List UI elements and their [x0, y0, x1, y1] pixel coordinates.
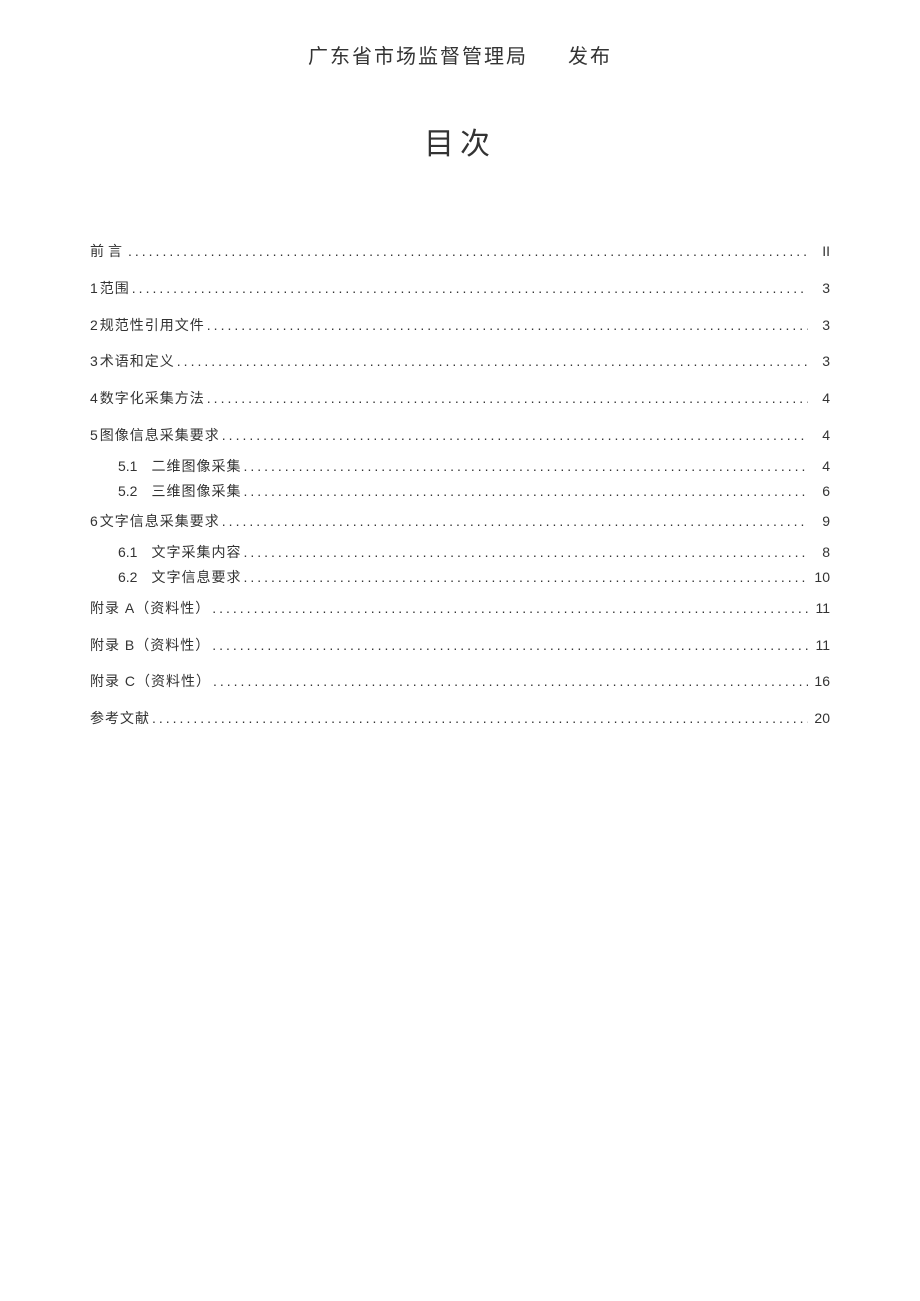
toc-entry-page: 3	[810, 280, 830, 297]
toc-entry: 2规范性引用文件 3	[90, 317, 830, 334]
toc-entry-page: 8	[810, 544, 830, 561]
toc-leader-dots	[222, 513, 808, 530]
toc-leader-dots	[213, 673, 808, 690]
toc-entry-label: 三维图像采集	[151, 483, 241, 500]
toc-entry-label: 3术语和定义	[90, 353, 175, 370]
toc-entry-page: 3	[810, 317, 830, 334]
toc-leader-dots	[207, 317, 808, 334]
toc-entry: 附录 C（资料性） 16	[90, 673, 830, 690]
toc-entry: 3术语和定义3	[90, 353, 830, 370]
toc-entry-label: 附录 B（资料性）	[90, 637, 210, 654]
toc-leader-dots	[177, 353, 808, 370]
toc-entry-page: 20	[810, 710, 830, 727]
toc-entry-number: 3	[90, 353, 98, 369]
toc-entry-label: 附录 A（资料性）	[90, 600, 210, 617]
toc-entry-label: 2规范性引用文件	[90, 317, 205, 334]
toc-entry: 附录 B（资料性） 11	[90, 637, 830, 654]
toc-leader-dots	[243, 483, 808, 500]
toc-leader-dots	[222, 427, 808, 444]
toc-entry-label: 附录 C（资料性）	[90, 673, 211, 690]
toc-entry: 5.2 三维图像采集 6	[90, 483, 830, 500]
toc-entry: 1范围 3	[90, 280, 830, 297]
toc-leader-dots	[128, 243, 808, 260]
toc-entry-label: 1范围	[90, 280, 130, 297]
toc-entry-page: 6	[810, 483, 830, 500]
toc-list: 前言II1范围32规范性引用文件33术语和定义34数字化采集方法45图像信息采集…	[90, 243, 830, 727]
publisher-org: 广东省市场监督管理局	[308, 46, 528, 68]
toc-entry-label: 二维图像采集	[151, 458, 241, 475]
toc-entry-label: 4数字化采集方法	[90, 390, 205, 407]
toc-entry-page: 9	[810, 513, 830, 530]
toc-entry-page: 4	[810, 427, 830, 444]
toc-entry-number: 4	[90, 390, 98, 406]
toc-leader-dots	[212, 600, 808, 617]
toc-leader-dots	[132, 280, 808, 297]
toc-entry-page: 16	[810, 673, 830, 690]
toc-entry-label: 参考文献	[90, 710, 150, 727]
toc-entry: 5.1 二维图像采集 4	[90, 458, 830, 475]
toc-entry-page: 11	[810, 637, 830, 654]
toc-entry-number: 6.1	[118, 544, 137, 561]
toc-entry-number: 5.2	[118, 483, 137, 500]
toc-entry: 附录 A（资料性） 11	[90, 600, 830, 617]
toc-leader-dots	[152, 710, 808, 727]
publisher-action: 发布	[568, 46, 612, 68]
toc-entry-page: 4	[810, 390, 830, 407]
toc-entry-number: 5	[90, 427, 98, 443]
toc-entry-label: 文字采集内容	[151, 544, 241, 561]
toc-entry-page: II	[810, 243, 830, 260]
toc-entry: 4数字化采集方法4	[90, 390, 830, 407]
toc-entry: 6.2 文字信息要求 10	[90, 569, 830, 586]
toc-entry-page: 3	[810, 353, 830, 370]
toc-entry-page: 4	[810, 458, 830, 475]
toc-entry-page: 11	[810, 600, 830, 617]
toc-leader-dots	[243, 544, 808, 561]
toc-entry: 6.1 文字采集内容 8	[90, 544, 830, 561]
toc-title: 目次	[90, 119, 830, 163]
publisher-line: 广东省市场监督管理局 发布	[90, 40, 830, 69]
toc-entry-number: 5.1	[118, 458, 137, 475]
toc-entry-page: 10	[810, 569, 830, 586]
toc-entry: 前言 II	[90, 243, 830, 260]
toc-entry: 5图像信息采集要求 4	[90, 427, 830, 444]
toc-entry-label: 前言	[90, 243, 126, 260]
toc-entry-number: 2	[90, 317, 98, 333]
toc-leader-dots	[243, 569, 808, 586]
toc-entry-number: 6	[90, 513, 98, 529]
toc-entry-label: 6文字信息采集要求	[90, 513, 220, 530]
toc-entry-number: 6.2	[118, 569, 137, 586]
toc-entry: 参考文献 20	[90, 710, 830, 727]
toc-entry-label: 5图像信息采集要求	[90, 427, 220, 444]
toc-entry: 6文字信息采集要求 9	[90, 513, 830, 530]
toc-entry-number: 1	[90, 280, 98, 296]
toc-leader-dots	[212, 637, 808, 654]
toc-leader-dots	[243, 458, 808, 475]
toc-leader-dots	[207, 390, 808, 407]
toc-entry-label: 文字信息要求	[151, 569, 241, 586]
